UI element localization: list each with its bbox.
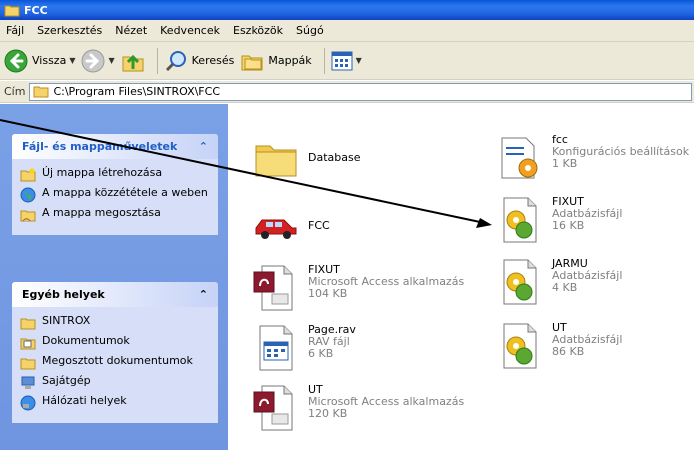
computer-icon (21, 376, 35, 389)
task-label: Új mappa létrehozása (42, 166, 163, 179)
file-item-fixut-access[interactable]: FIXUT Microsoft Access alkalmazás 104 KB (252, 264, 464, 312)
window-title: FCC (24, 3, 48, 17)
place-documents[interactable]: Dokumentumok (20, 335, 210, 351)
title-bar[interactable]: FCC (0, 0, 694, 20)
place-my-computer[interactable]: Sajátgép (20, 375, 210, 391)
toolbar: Vissza ▼ ▼ Keresés Mappák ▼ (0, 42, 694, 80)
views-button[interactable]: ▼ (331, 51, 362, 71)
file-item-ut-db[interactable]: UT Adatbázisfájl 86 KB (496, 322, 622, 370)
menu-tools[interactable]: Eszközök (233, 24, 283, 37)
place-network[interactable]: Hálózati helyek (20, 395, 210, 411)
address-input[interactable]: C:\Program Files\SINTROX\FCC (29, 82, 692, 101)
toolbar-separator (156, 47, 158, 74)
collapse-icon[interactable]: ⌃ (199, 140, 208, 153)
folders-label: Mappák (268, 54, 312, 67)
task-new-folder[interactable]: Új mappa létrehozása (20, 167, 210, 183)
collapse-icon[interactable]: ⌃ (199, 288, 208, 301)
item-name: FCC (308, 219, 330, 232)
folder-item-database[interactable]: Database (252, 134, 361, 182)
database-file-icon (503, 259, 537, 305)
address-bar: Cím C:\Program Files\SINTROX\FCC (0, 81, 694, 103)
search-label: Keresés (191, 54, 235, 67)
folder-up-icon (122, 54, 144, 71)
panel-title: Fájl- és mappaműveletek (22, 140, 178, 153)
views-icon (331, 51, 353, 70)
task-label: A mappa közzététele a weben (42, 186, 208, 199)
documents-folder-icon (20, 338, 36, 350)
task-pane: Fájl- és mappaműveletek ⌃ Új mappa létre… (0, 104, 228, 450)
forward-button[interactable]: ▼ (81, 49, 115, 73)
task-share-folder[interactable]: A mappa megosztása (20, 207, 210, 223)
panel-title: Egyéb helyek (22, 288, 105, 301)
search-button[interactable]: Keresés (164, 49, 235, 73)
file-folder-tasks-panel: Fájl- és mappaműveletek ⌃ Új mappa létre… (12, 134, 218, 235)
folder-icon (20, 318, 36, 330)
folder-icon (33, 86, 49, 98)
menu-bar: Fájl Szerkesztés Nézet Kedvencek Eszközö… (0, 20, 694, 42)
share-folder-icon (20, 210, 36, 222)
folder-icon (20, 358, 36, 370)
menu-help[interactable]: Súgó (296, 24, 324, 37)
file-item-fcc-config[interactable]: fcc Konfigurációs beállítások 1 KB (496, 134, 689, 182)
database-file-icon (503, 323, 537, 369)
place-label: Dokumentumok (42, 334, 130, 347)
file-item-jarmu-db[interactable]: JARMU Adatbázisfájl 4 KB (496, 258, 622, 306)
file-item-fixut-db[interactable]: FIXUT Adatbázisfájl 16 KB (496, 196, 622, 244)
other-places-panel: Egyéb helyek ⌃ SINTROX Dokumentumok Mego… (12, 282, 218, 423)
folders-button[interactable]: Mappák (240, 49, 312, 73)
back-label: Vissza (32, 54, 67, 67)
database-file-icon (503, 197, 537, 243)
globe-icon (20, 187, 36, 203)
back-arrow-icon (4, 49, 28, 72)
address-path: C:\Program Files\SINTROX\FCC (53, 85, 220, 98)
folder-icon (4, 5, 20, 17)
forward-arrow-icon (81, 49, 105, 72)
task-list: Új mappa létrehozása A mappa közzététele… (12, 159, 218, 235)
address-label: Cím (4, 85, 26, 98)
folder-icon (255, 145, 297, 177)
other-places-header[interactable]: Egyéb helyek ⌃ (12, 282, 218, 307)
place-label: SINTROX (42, 314, 91, 327)
forward-dropdown-icon[interactable]: ▼ (108, 56, 114, 65)
place-label: Sajátgép (42, 374, 91, 387)
config-file-icon (501, 137, 538, 179)
item-size: 104 KB (308, 287, 348, 300)
place-sintrox[interactable]: SINTROX (20, 315, 210, 331)
toolbar-separator (323, 47, 325, 74)
place-shared-documents[interactable]: Megosztott dokumentumok (20, 355, 210, 371)
app-item-fcc[interactable]: FCC (252, 200, 330, 248)
views-dropdown-icon[interactable]: ▼ (356, 56, 362, 65)
file-item-ut-access[interactable]: UT Microsoft Access alkalmazás 120 KB (252, 384, 464, 432)
item-size: 6 KB (308, 347, 334, 360)
task-publish-web[interactable]: A mappa közzététele a weben (20, 187, 210, 203)
file-folder-tasks-header[interactable]: Fájl- és mappaműveletek ⌃ (12, 134, 218, 159)
menu-file[interactable]: Fájl (6, 24, 24, 37)
item-size: 4 KB (552, 281, 578, 294)
back-dropdown-icon[interactable]: ▼ (69, 56, 75, 65)
item-size: 16 KB (552, 219, 585, 232)
item-name: Database (308, 151, 361, 164)
rav-file-icon (259, 325, 293, 371)
item-size: 1 KB (552, 157, 578, 170)
place-label: Megosztott dokumentumok (42, 354, 193, 367)
folders-icon (241, 55, 263, 70)
file-item-page-rav[interactable]: Page.rav RAV fájl 6 KB (252, 324, 356, 372)
access-file-icon (253, 265, 293, 311)
item-size: 120 KB (308, 407, 348, 420)
menu-favorites[interactable]: Kedvencek (160, 24, 220, 37)
car-icon (255, 219, 297, 239)
network-icon (20, 395, 36, 411)
up-button[interactable] (121, 49, 145, 73)
menu-edit[interactable]: Szerkesztés (37, 24, 102, 37)
places-list: SINTROX Dokumentumok Megosztott dokument… (12, 307, 218, 423)
place-label: Hálózati helyek (42, 394, 127, 407)
task-label: A mappa megosztása (42, 206, 161, 219)
access-file-icon (253, 385, 293, 431)
search-icon (165, 50, 186, 71)
new-folder-icon (20, 168, 36, 182)
back-button[interactable]: Vissza ▼ (4, 49, 75, 73)
menu-view[interactable]: Nézet (115, 24, 147, 37)
file-list: Database FCC FIXUT Microsoft Access alka… (228, 104, 694, 450)
item-size: 86 KB (552, 345, 585, 358)
